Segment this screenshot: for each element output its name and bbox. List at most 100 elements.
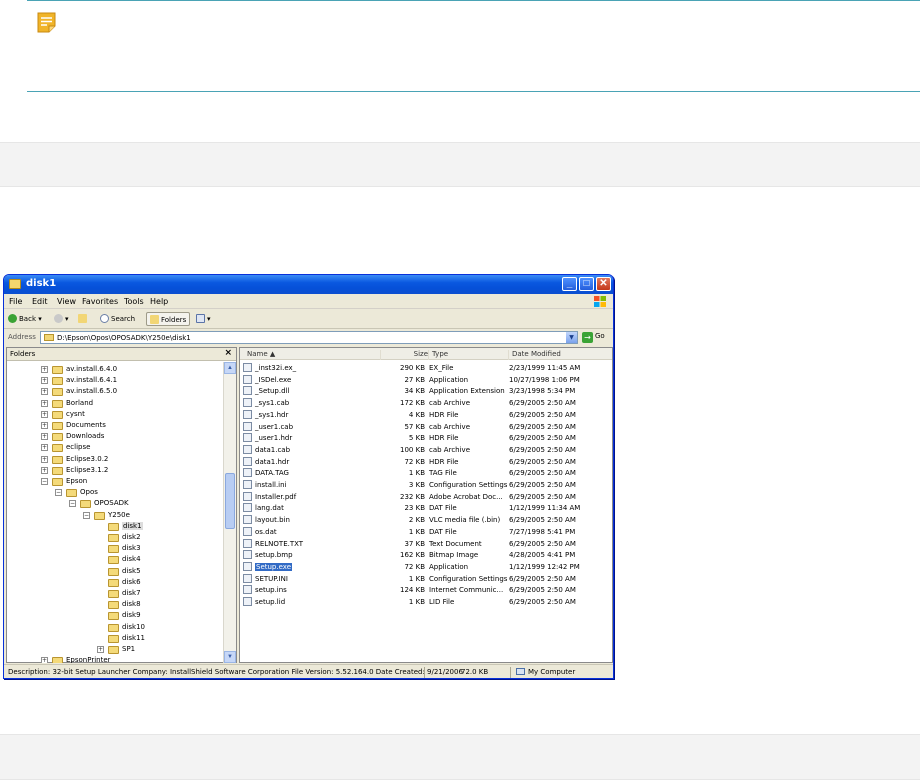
file-row[interactable]: setup.lid 1 KB LID File 6/29/2005 2:50 AM	[240, 596, 613, 607]
tree-item[interactable]: + SP1	[7, 644, 223, 655]
tree-item[interactable]: − OPOSADK	[7, 498, 223, 509]
file-row[interactable]: _user1.hdr 5 KB HDR File 6/29/2005 2:50 AM	[240, 432, 613, 443]
title-bar[interactable]: disk1 _ □ ✕	[4, 275, 613, 294]
file-name: _Setup.dll	[255, 387, 290, 396]
file-row[interactable]: layout.bin 2 KB VLC media file (.bin) 6/29/…	[240, 514, 613, 525]
minimize-button[interactable]: _	[562, 277, 577, 291]
collapse-icon[interactable]: −	[83, 511, 90, 519]
scroll-up-icon[interactable]: ▲	[224, 362, 236, 374]
expand-icon[interactable]: +	[41, 399, 48, 407]
file-row[interactable]: SETUP.INI 1 KB Configuration Settings 6/29/…	[240, 573, 613, 584]
tree-item[interactable]: − Y250e	[7, 510, 223, 521]
windows-logo-icon	[594, 296, 606, 307]
up-folder-button[interactable]	[78, 312, 89, 326]
back-button[interactable]: Back ▾	[8, 312, 42, 326]
tree-item[interactable]: disk2	[7, 532, 223, 543]
menu-help[interactable]: Help	[150, 297, 168, 306]
chevron-down-icon[interactable]: ▼	[566, 332, 577, 343]
file-row[interactable]: os.dat 1 KB DAT File 7/27/1998 5:41 PM	[240, 526, 613, 537]
go-button[interactable]: → Go	[582, 332, 605, 343]
tree-item[interactable]: disk5	[7, 566, 223, 577]
expand-icon[interactable]: +	[97, 646, 104, 653]
file-row[interactable]: lang.dat 23 KB DAT File 1/12/1999 11:34 AM	[240, 502, 613, 513]
file-row[interactable]: _inst32i.ex_ 290 KB EX_File 2/23/1999 11:45…	[240, 362, 613, 373]
expand-icon[interactable]: +	[41, 410, 48, 418]
collapse-icon[interactable]: −	[41, 478, 48, 485]
tree-item[interactable]: disk6	[7, 577, 223, 588]
file-name: setup.bmp	[255, 551, 293, 560]
file-name: layout.bin	[255, 516, 290, 525]
tree-item[interactable]: disk1	[7, 521, 223, 532]
file-row[interactable]: install.ini 3 KB Configuration Settings 6/2…	[240, 479, 613, 490]
folders-scrollbar[interactable]: ▲ ▼	[223, 362, 236, 663]
tree-item[interactable]: disk9	[7, 610, 223, 621]
tree-item[interactable]: + Downloads	[7, 431, 223, 442]
menu-favorites[interactable]: Favorites	[82, 297, 118, 306]
expand-icon[interactable]: +	[41, 377, 48, 385]
collapse-icon[interactable]: −	[55, 489, 62, 497]
expand-icon[interactable]: +	[41, 366, 48, 373]
tree-item[interactable]: + Borland	[7, 398, 223, 409]
tree-item[interactable]: disk8	[7, 599, 223, 610]
file-row[interactable]: data1.hdr 72 KB HDR File 6/29/2005 2:50 AM	[240, 456, 613, 467]
file-row[interactable]: _ISDel.exe 27 KB Application 10/27/1998 1:0…	[240, 374, 613, 385]
tree-item[interactable]: + Eclipse3.1.2	[7, 465, 223, 476]
close-icon[interactable]: ×	[224, 348, 232, 358]
file-row[interactable]: Installer.pdf 232 KB Adobe Acrobat Doc... 6…	[240, 491, 613, 502]
tree-item[interactable]: + av.install.6.5.0	[7, 386, 223, 397]
column-type[interactable]: Type	[428, 350, 448, 360]
forward-button[interactable]: ▾	[54, 312, 69, 326]
scroll-thumb[interactable]	[225, 473, 235, 529]
column-name[interactable]: Name ▲	[244, 350, 275, 360]
tree-item[interactable]: + Eclipse3.0.2	[7, 454, 223, 465]
tree-item-label: av.install.6.4.0	[66, 365, 118, 373]
expand-icon[interactable]: +	[41, 433, 48, 441]
file-row[interactable]: _Setup.dll 34 KB Application Extension 3/23…	[240, 385, 613, 396]
expand-icon[interactable]: +	[41, 388, 48, 396]
scroll-down-icon[interactable]: ▼	[224, 651, 236, 663]
tree-item[interactable]: disk10	[7, 622, 223, 633]
menu-file[interactable]: File	[9, 297, 22, 306]
file-row[interactable]: _sys1.cab 172 KB cab Archive 6/29/2005 2:50…	[240, 397, 613, 408]
expand-icon[interactable]: +	[41, 466, 48, 474]
expand-icon[interactable]: +	[41, 455, 48, 463]
folders-pane-header: Folders ×	[7, 348, 236, 361]
tree-item[interactable]: + EpsonPrinter	[7, 655, 223, 663]
file-row[interactable]: RELNOTE.TXT 37 KB Text Document 6/29/2005 2…	[240, 538, 613, 549]
address-input[interactable]: D:\Epson\Opos\OPOSADK\Y250e\disk1 ▼	[40, 331, 578, 344]
tree-item[interactable]: − Opos	[7, 487, 223, 498]
file-row[interactable]: Setup.exe 72 KB Application 1/12/1999 12:42…	[240, 561, 613, 572]
tree-item[interactable]: disk11	[7, 633, 223, 644]
column-size[interactable]: Size	[380, 350, 428, 360]
expand-icon[interactable]: +	[41, 422, 48, 429]
menu-edit[interactable]: Edit	[32, 297, 48, 306]
expand-icon[interactable]: +	[41, 657, 48, 663]
file-row[interactable]: data1.cab 100 KB cab Archive 6/29/2005 2:50…	[240, 444, 613, 455]
column-date-modified[interactable]: Date Modified	[508, 350, 561, 360]
menu-view[interactable]: View	[57, 297, 76, 306]
file-row[interactable]: _sys1.hdr 4 KB HDR File 6/29/2005 2:50 AM	[240, 409, 613, 420]
tree-item[interactable]: − Epson	[7, 476, 223, 487]
file-row[interactable]: DATA.TAG 1 KB TAG File 6/29/2005 2:50 AM	[240, 467, 613, 478]
file-row[interactable]: setup.ins 124 KB Internet Communic... 6/29/…	[240, 584, 613, 595]
tree-item[interactable]: disk4	[7, 554, 223, 565]
folders-button[interactable]: Folders	[146, 312, 191, 326]
views-button[interactable]: ▾	[196, 312, 211, 326]
maximize-button[interactable]: □	[579, 277, 594, 291]
close-button[interactable]: ✕	[596, 277, 611, 291]
tree-item[interactable]: + Documents	[7, 420, 223, 431]
expand-icon[interactable]: +	[41, 444, 48, 452]
tree-item[interactable]: disk7	[7, 588, 223, 599]
menu-tools[interactable]: Tools	[124, 297, 144, 306]
search-button[interactable]: Search	[100, 312, 135, 326]
tree-item-label: OPOSADK	[94, 499, 129, 508]
file-row[interactable]: setup.bmp 162 KB Bitmap Image 4/28/2005 4:4…	[240, 549, 613, 560]
tree-item[interactable]: + eclipse	[7, 442, 223, 453]
tree-item-label: disk3	[122, 544, 141, 553]
tree-item[interactable]: + av.install.6.4.1	[7, 375, 223, 386]
tree-item[interactable]: + av.install.6.4.0	[7, 364, 223, 375]
tree-item[interactable]: + cysnt	[7, 409, 223, 420]
file-row[interactable]: _user1.cab 57 KB cab Archive 6/29/2005 2:50…	[240, 421, 613, 432]
tree-item[interactable]: disk3	[7, 543, 223, 554]
collapse-icon[interactable]: −	[69, 500, 76, 508]
